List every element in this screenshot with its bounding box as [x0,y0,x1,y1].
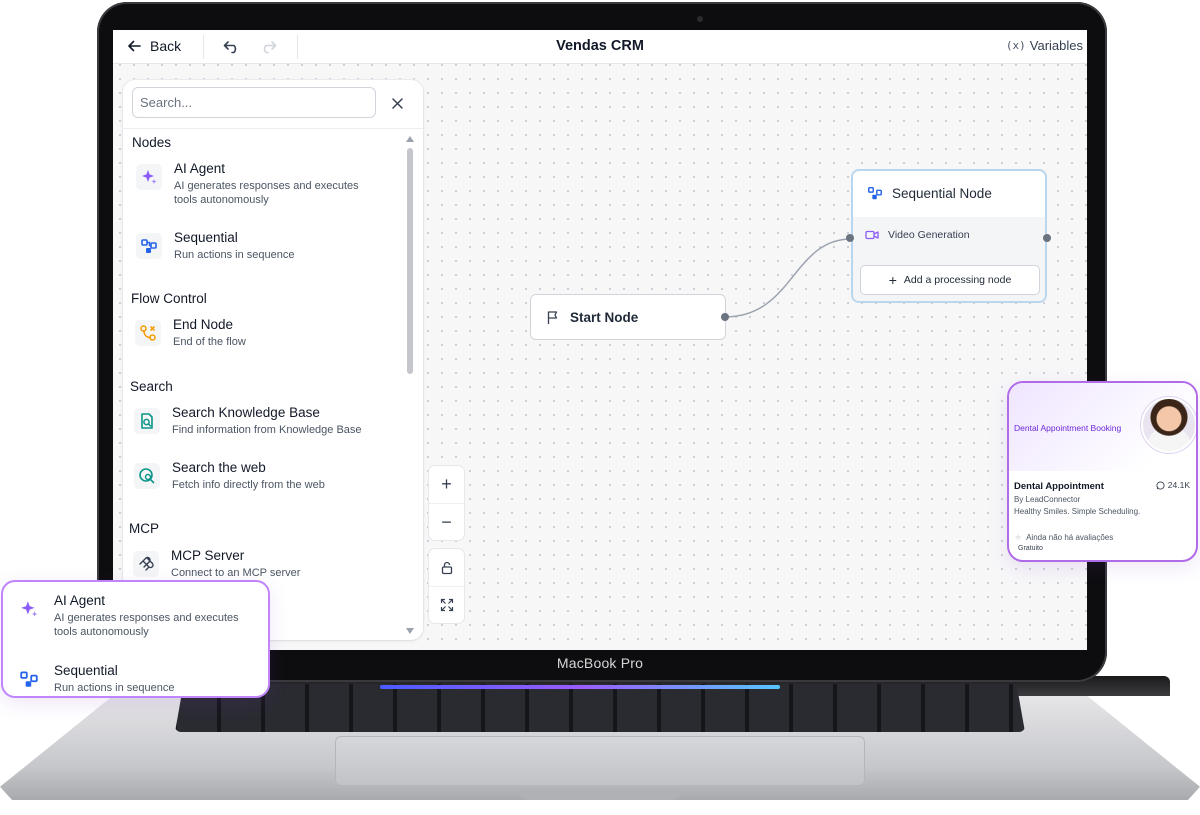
item-description: AI generates responses and executes tool… [54,612,239,638]
fit-view-button[interactable] [429,586,464,623]
search-input[interactable] [132,87,376,118]
camera [697,16,703,22]
sequence-icon [868,186,882,200]
item-title: Search Knowledge Base [172,405,320,420]
close-icon [391,97,403,109]
lock-button[interactable] [429,549,464,586]
zoom-controls: + − [429,466,464,540]
item-title: MCP Server [171,548,245,563]
palette-item-end-node[interactable]: End Node End of the flow [135,316,395,349]
palette-item-sequential[interactable]: Sequential Run actions in sequence [136,229,396,262]
app-card[interactable]: Dental Appointment Booking Dental Appoin… [1007,381,1198,562]
item-description: Run actions in sequence [174,249,295,261]
knowledge-search-icon [134,408,160,434]
add-processing-node-button[interactable]: + Add a processing node [860,265,1040,295]
item-description: Run actions in sequence [54,682,175,694]
divider [123,128,423,129]
avatar [1141,397,1196,453]
start-node-label: Start Node [570,309,639,325]
item-title: End Node [173,317,234,332]
video-camera-icon [865,230,879,240]
sequential-node[interactable]: Sequential Node Video Generation + Add a… [851,169,1047,303]
sequential-node-output-handle[interactable] [1043,234,1051,242]
item-title: AI Agent [174,161,226,176]
flag-icon [547,310,558,324]
item-title: Search the web [172,460,266,475]
section-title-mcp: MCP [129,521,159,536]
trackpad [335,736,865,786]
scroll-down-icon[interactable] [406,628,414,634]
item-title: Sequential [54,663,118,678]
app-card-author: By LeadConnector [1014,495,1081,504]
close-palette-button[interactable] [387,93,407,113]
palette-item-mcp-server[interactable]: MCP Server Connect to an MCP server [133,547,393,580]
plus-icon: + [888,272,897,288]
rating-label: Ainda não há avaliações [1026,533,1114,542]
flow-end-icon [135,320,161,346]
start-node-output-handle[interactable] [721,313,729,321]
lid-notch [520,790,680,800]
touch-bar [380,685,780,689]
palette-item-search-knowledge-base[interactable]: Search Knowledge Base Find information f… [134,404,394,437]
app-card-tagline: Healthy Smiles. Simple Scheduling. [1014,507,1141,516]
sequential-node-input-handle[interactable] [846,234,854,242]
node-palette: Nodes AI Agent AI generates responses an… [123,80,423,640]
unlock-icon [441,561,452,574]
scroll-up-icon[interactable] [406,136,414,142]
sequential-node-body: Video Generation + Add a processing node [853,217,1045,301]
app-card-hero-title: Dental Appointment Booking [1014,423,1122,433]
price-badge: Gratuito [1018,545,1043,552]
start-node[interactable]: Start Node [530,294,726,340]
app-card-title: Dental Appointment [1014,481,1104,492]
canvas-tools [429,549,464,623]
sequence-icon [16,666,42,692]
whatsapp-icon [1156,480,1165,490]
section-title-nodes: Nodes [132,135,172,150]
sequential-node-header: Sequential Node [867,185,992,201]
item-description: Fetch info directly from the web [172,479,325,491]
item-title: Sequential [174,230,238,245]
popup-item-ai-agent[interactable]: AI Agent AI generates responses and exec… [16,592,261,639]
popup-item-sequential[interactable]: Sequential Run actions in sequence [16,662,261,695]
palette-item-search-the-web[interactable]: Search the web Fetch info directly from … [134,459,394,492]
palette-item-ai-agent[interactable]: AI Agent AI generates responses and exec… [136,160,396,207]
item-description: End of the flow [173,336,246,348]
video-generation-step[interactable]: Video Generation [865,228,970,242]
zoom-in-button[interactable]: + [429,466,464,503]
app-card-rating: ★ Ainda não há avaliações [1014,532,1113,543]
floating-node-popup: AI Agent AI generates responses and exec… [1,580,270,698]
add-processing-node-label: Add a processing node [903,274,1012,286]
item-title: AI Agent [54,593,106,608]
item-description: Connect to an MCP server [171,567,301,579]
item-description: AI generates responses and executes tool… [174,180,359,206]
star-icon: ★ [1014,532,1023,542]
zoom-out-button[interactable]: − [429,503,464,540]
mcp-icon [133,551,159,577]
sparkles-icon [16,596,42,622]
sequential-node-label: Sequential Node [892,185,992,201]
item-description: Find information from Knowledge Base [172,424,362,436]
scrollbar-thumb[interactable] [407,148,413,374]
web-search-icon [134,463,160,489]
video-generation-label: Video Generation [888,229,970,241]
install-count-value: 24.1K [1167,480,1190,490]
keyboard [175,684,1025,732]
install-count: 24.1K [1156,480,1190,490]
app-screen: Back Vendas CRM (x) Variables Nodes [113,30,1087,650]
section-title-flow-control: Flow Control [131,291,207,306]
sparkles-icon [136,164,162,190]
sequence-icon [136,233,162,259]
expand-icon [440,598,453,612]
section-title-search: Search [130,379,173,394]
